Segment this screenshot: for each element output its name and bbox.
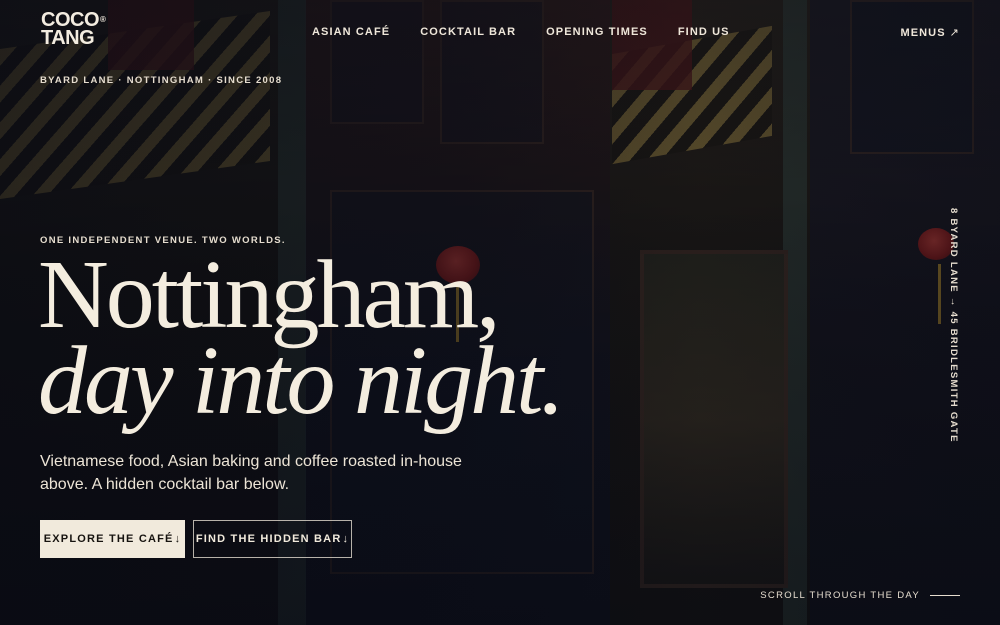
address-vertical-text: 8 BYARD LANE → 45 BRIDLESMITH GATE xyxy=(948,208,959,443)
arrow-down-icon: ↓ xyxy=(174,533,182,545)
find-hidden-bar-button[interactable]: FIND THE HIDDEN BAR ↓ xyxy=(193,520,352,558)
menus-link[interactable]: MENUS ↗ xyxy=(900,26,960,39)
nav-item-opening-times[interactable]: OPENING TIMES xyxy=(546,26,648,38)
menus-label: MENUS xyxy=(900,27,946,39)
nav-item-find-us[interactable]: FIND US xyxy=(678,26,730,38)
nav-item-asian-cafe[interactable]: ASIAN CAFÉ xyxy=(312,26,390,38)
main-nav: ASIAN CAFÉ COCKTAIL BAR OPENING TIMES FI… xyxy=(312,26,760,38)
explore-cafe-label: EXPLORE THE CAFÉ xyxy=(43,533,174,545)
logo-line-2: TANG xyxy=(41,27,95,49)
hero-headline: Nottingham, day into night. xyxy=(38,241,565,435)
logo[interactable]: COCO® TANG xyxy=(41,10,106,49)
scroll-hint[interactable]: SCROLL THROUGH THE DAY xyxy=(760,590,960,601)
external-arrow-icon: ↗ xyxy=(949,27,960,39)
explore-cafe-button[interactable]: EXPLORE THE CAFÉ ↓ xyxy=(40,520,185,558)
scroll-hint-label: SCROLL THROUGH THE DAY xyxy=(760,590,920,601)
hero-headline-line-2: day into night. xyxy=(38,327,565,435)
hero-subtitle: Vietnamese food, Asian baking and coffee… xyxy=(40,453,462,493)
scroll-line-icon xyxy=(930,595,960,596)
find-hidden-bar-label: FIND THE HIDDEN BAR xyxy=(195,533,342,545)
nav-item-cocktail-bar[interactable]: COCKTAIL BAR xyxy=(420,26,516,38)
location-tagline: BYARD LANE · NOTTINGHAM · SINCE 2008 xyxy=(40,75,283,86)
arrow-down-icon: ↓ xyxy=(342,533,350,545)
hero-headline-line-1: Nottingham, xyxy=(38,241,501,349)
